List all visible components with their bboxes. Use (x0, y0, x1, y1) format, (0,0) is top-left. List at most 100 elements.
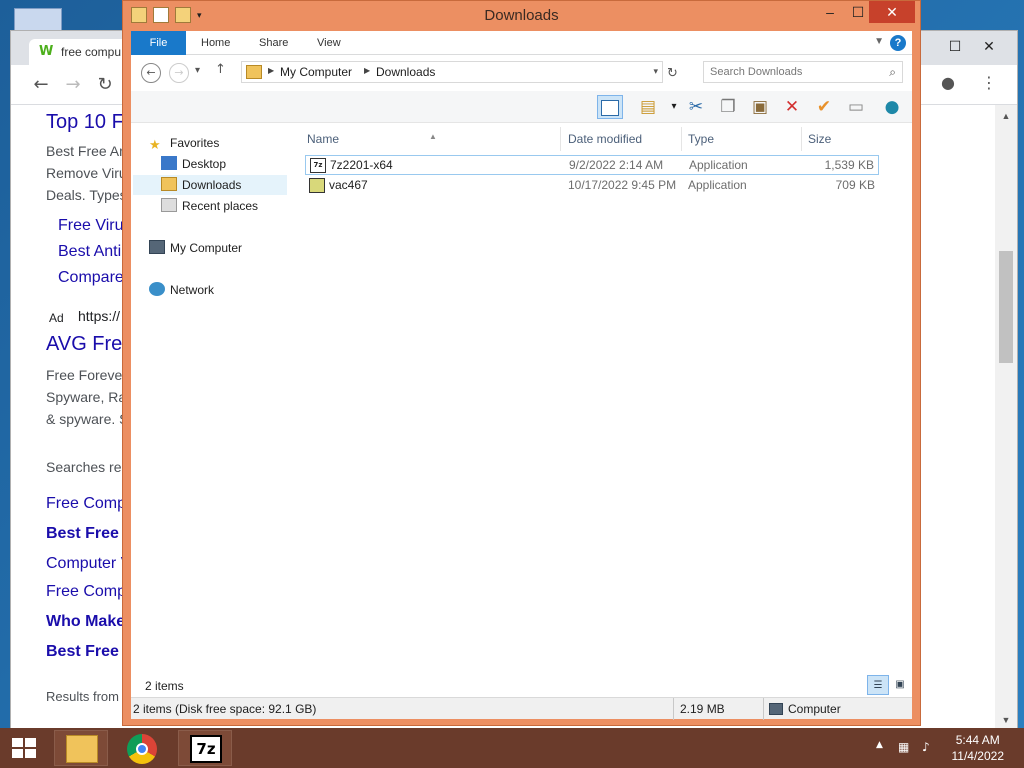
details-row: 2 items ☰ ▣ (131, 673, 912, 697)
tab-home[interactable]: Home (187, 31, 244, 55)
column-header-date[interactable]: Date modified (562, 127, 682, 151)
status-bar: 2 items (Disk free space: 92.1 GB) 2.19 … (131, 697, 912, 720)
copy-icon[interactable]: ❐ (715, 95, 741, 119)
refresh-icon[interactable]: ↻ (667, 66, 678, 81)
result-snippet: Best Free An (46, 143, 127, 159)
show-hidden-icons-icon[interactable]: ▲ (876, 740, 883, 750)
ribbon-tabs: File Home Share View ▼ ? (131, 31, 912, 55)
column-header-size[interactable]: Size (802, 127, 880, 151)
file-row[interactable]: vac467 10/17/2022 9:45 PM Application 70… (305, 176, 879, 196)
status-divider (763, 698, 764, 720)
forward-icon[interactable]: → (61, 73, 85, 97)
back-icon[interactable]: ← (29, 73, 53, 97)
address-box[interactable]: ▶ My Computer ▶ Downloads ▾ (241, 61, 663, 83)
details-view-icon[interactable]: ☰ (867, 675, 889, 695)
file-name[interactable]: vac467 (329, 178, 368, 192)
related-search-link[interactable]: Who Makes (46, 613, 134, 631)
column-header-name[interactable]: ▲ Name (301, 127, 561, 151)
item-count: 2 items (145, 679, 184, 693)
taskbar-7zip[interactable]: 7z (178, 730, 232, 766)
close-button[interactable]: ✕ (869, 1, 915, 23)
nav-favorites[interactable]: ★ Favorites (149, 133, 219, 153)
browser-scrollbar[interactable]: ▲ ▼ (995, 105, 1017, 731)
related-searches-heading: Searches rel (46, 459, 125, 475)
chevron-down-icon[interactable]: ▾ (653, 66, 658, 77)
result-snippet: Deals. Types (46, 187, 127, 203)
nav-network[interactable]: Network (149, 280, 214, 300)
file-type: Application (688, 178, 747, 192)
scroll-thumb[interactable] (999, 251, 1013, 363)
search-input[interactable]: Search Downloads ⌕ (703, 61, 903, 83)
nav-downloads-label: Downloads (182, 178, 242, 192)
sitelink[interactable]: Free Virus (58, 217, 132, 235)
desktop-icon (161, 156, 177, 170)
result-title[interactable]: AVG Free (46, 333, 133, 356)
profile-icon[interactable]: ● (941, 73, 955, 92)
start-button[interactable] (0, 728, 48, 768)
browser-close-button[interactable]: ✕ (969, 35, 1009, 57)
command-bar: ▤ ▾ ✂ ❐ ▣ ✕ ✔ ▭ ● (131, 91, 912, 123)
chevron-right-icon[interactable]: ▶ (364, 66, 370, 75)
forward-icon[interactable]: → (169, 63, 189, 83)
help-icon[interactable]: ? (890, 35, 906, 51)
file-size: 709 KB (835, 178, 875, 192)
taskbar-file-explorer[interactable] (54, 730, 108, 766)
rename-icon[interactable]: ▭ (843, 95, 869, 119)
file-size: 1,539 KB (824, 158, 874, 172)
taskbar-chrome[interactable] (116, 730, 170, 766)
scroll-up-icon[interactable]: ▲ (999, 109, 1013, 123)
menu-icon[interactable]: ⋮ (981, 73, 997, 92)
reload-icon[interactable]: ↻ (93, 73, 117, 97)
explorer-window: ▾ Downloads – ☐ ✕ File Home Share View ▼… (122, 0, 921, 726)
window-title: Downloads (484, 7, 559, 24)
tab-file[interactable]: File (131, 31, 186, 55)
globe-icon[interactable]: ● (879, 95, 905, 119)
sitelink[interactable]: Compare (58, 269, 124, 287)
nav-favorites-label: Favorites (170, 136, 220, 150)
sitelink[interactable]: Best Anti (58, 243, 121, 261)
network-tray-icon[interactable]: ▦ (898, 740, 909, 754)
explorer-titlebar[interactable]: ▾ Downloads – ☐ ✕ (123, 1, 920, 31)
cut-icon[interactable]: ✂ (683, 95, 709, 119)
paste-icon[interactable]: ▣ (747, 95, 773, 119)
nav-recent-places[interactable]: Recent places (161, 196, 258, 216)
tab-view[interactable]: View (303, 31, 355, 55)
status-divider (673, 698, 674, 720)
related-search-link[interactable]: Free Comp (46, 495, 126, 513)
status-summary: 2 items (Disk free space: 92.1 GB) (133, 702, 317, 716)
folder-options-icon[interactable]: ▤ (635, 95, 661, 119)
related-search-link[interactable]: Free Comp (46, 583, 126, 601)
nav-recent-places-label: Recent places (182, 199, 259, 213)
result-title[interactable]: Top 10 F (46, 111, 124, 134)
scroll-down-icon[interactable]: ▼ (999, 713, 1013, 727)
nav-downloads[interactable]: Downloads (133, 175, 287, 195)
file-date: 10/17/2022 9:45 PM (568, 178, 677, 192)
large-icons-view-icon[interactable]: ▣ (889, 675, 911, 695)
file-name[interactable]: 7z2201-x64 (330, 158, 393, 172)
expand-ribbon-icon[interactable]: ▼ (874, 36, 884, 47)
back-icon[interactable]: ← (141, 63, 161, 83)
clock-time: 5:44 AM (955, 733, 1000, 747)
checkmark-icon[interactable]: ✔ (811, 95, 837, 119)
delete-icon[interactable]: ✕ (779, 95, 805, 119)
recent-locations-icon[interactable]: ▾ (195, 65, 200, 76)
nav-my-computer[interactable]: My Computer (149, 238, 242, 258)
clock[interactable]: 5:44 AM 11/4/2022 (952, 732, 1005, 764)
file-row[interactable]: 7z 7z2201-x64 9/2/2022 2:14 AM Applicati… (305, 155, 879, 175)
up-icon[interactable]: ↑ (215, 62, 226, 77)
clock-date: 11/4/2022 (951, 749, 1005, 763)
status-location-icon (769, 702, 783, 716)
nav-desktop[interactable]: Desktop (161, 154, 226, 174)
related-search-link[interactable]: Computer V (46, 555, 131, 573)
search-placeholder: Search Downloads (710, 66, 803, 78)
tab-share[interactable]: Share (245, 31, 302, 55)
column-header-type[interactable]: Type (682, 127, 802, 151)
breadcrumb-downloads[interactable]: Downloads (376, 65, 435, 79)
preview-pane-icon[interactable] (597, 95, 623, 119)
breadcrumb-my-computer[interactable]: My Computer (280, 65, 352, 79)
related-search-link[interactable]: Best Free V (46, 643, 134, 661)
chevron-right-icon[interactable]: ▶ (268, 66, 274, 75)
address-bar-row: ← → ▾ ↑ ▶ My Computer ▶ Downloads ▾ ↻ Se… (131, 55, 912, 91)
result-snippet: & spyware. S (46, 411, 129, 427)
volume-icon[interactable]: ♪ (922, 740, 930, 754)
